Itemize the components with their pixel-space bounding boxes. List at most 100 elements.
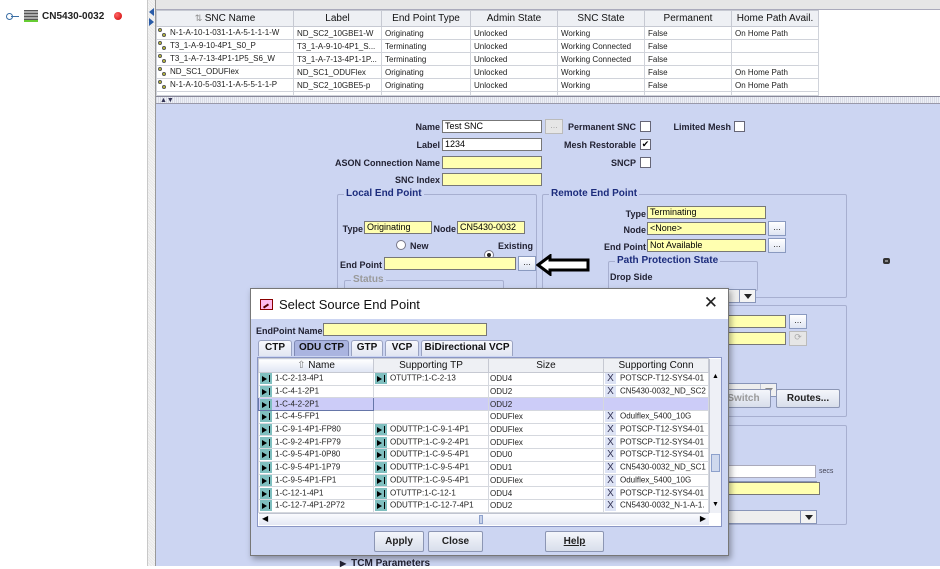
new-radio[interactable] bbox=[396, 240, 406, 250]
network-tree-panel: CN5430-0032 bbox=[0, 0, 148, 566]
cell-text: 1-C-9-5-4P1-0P80 bbox=[275, 450, 341, 460]
tab-vcp[interactable]: VCP bbox=[385, 340, 419, 356]
endpoint-table-row[interactable]: 1-C-4-5-FP1 ODUFlex X Odulflex_5400_10G bbox=[258, 410, 709, 424]
scroll-down-icon[interactable]: ▼ bbox=[712, 501, 719, 508]
path-protection-title: Path Protection State bbox=[615, 255, 721, 266]
snc-column-header[interactable]: ⇅ SNC Name bbox=[156, 10, 294, 27]
snc-table-row[interactable]: T3_1-A-7-13-4P1-1P5_S6_W T3_1-A-7-13-4P1-… bbox=[156, 52, 819, 66]
horizontal-scroll-thumb[interactable] bbox=[479, 515, 483, 524]
endpoint-column-header[interactable]: Supporting Conn bbox=[603, 358, 709, 373]
vertical-scrollbar[interactable]: ▲ ▼ bbox=[709, 359, 721, 513]
reversion-dropdown[interactable]: ed bbox=[716, 510, 817, 524]
snc-column-header[interactable]: Permanent bbox=[644, 10, 732, 27]
horizontal-scrollbar[interactable]: ◀ ▶ bbox=[259, 513, 709, 525]
endpoint-column-header[interactable]: Size bbox=[488, 358, 604, 373]
snc-column-header[interactable]: End Point Type bbox=[381, 10, 471, 27]
apply-button[interactable]: Apply bbox=[374, 531, 424, 552]
snc-cell: T3_1-A-9-10-4P1_S... bbox=[293, 39, 382, 53]
cell-text: ND_SC1_ODUFlex bbox=[297, 67, 366, 77]
column-label: SNC State bbox=[577, 13, 625, 24]
snc-cell: Working bbox=[557, 65, 645, 79]
endpoint-cell: ODU2 bbox=[488, 498, 604, 513]
permanent-snc-checkbox[interactable] bbox=[640, 121, 651, 132]
snc-column-header[interactable]: Home Path Avail. bbox=[731, 10, 819, 27]
tab-ctp[interactable]: CTP bbox=[258, 340, 292, 356]
endpoint-table: ⇧ Name Supporting TP Size Supporting Conn 1… bbox=[257, 357, 722, 527]
routes-button[interactable]: Routes... bbox=[776, 389, 840, 408]
tab-gtp[interactable]: GTP bbox=[351, 340, 383, 356]
snc-index-input[interactable] bbox=[442, 173, 542, 186]
column-label: SNC Name bbox=[204, 13, 256, 24]
endpoint-table-row[interactable]: 1-C-12-1-4P1 OTUTTP:1-C-12-1 ODU4 X POTSCP-T… bbox=[258, 486, 709, 500]
routing-browse-button[interactable]: ... bbox=[789, 314, 807, 329]
tcm-parameters-expander[interactable]: ▶ TCM Parameters bbox=[340, 558, 430, 569]
collapse-left-arrow-icon[interactable] bbox=[149, 8, 154, 16]
table-resize-handle[interactable]: ▲▼ bbox=[156, 97, 940, 104]
snc-table-row[interactable]: T3_1-A-9-10-4P1_S0_P T3_1-A-9-10-4P1_S...… bbox=[156, 39, 819, 53]
panel-splitter[interactable] bbox=[148, 0, 156, 566]
snc-connection-icon bbox=[158, 41, 167, 51]
expand-key-icon[interactable] bbox=[6, 13, 20, 20]
ason-connection-name-input[interactable] bbox=[442, 156, 542, 169]
tab-odu-ctp[interactable]: ODU CTP bbox=[294, 340, 349, 356]
mesh-restorable-checkbox[interactable]: ✔ bbox=[640, 139, 651, 150]
snc-column-header[interactable]: Admin State bbox=[470, 10, 558, 27]
routing-refresh-button[interactable]: ⟳ bbox=[789, 331, 807, 346]
cell-text: ODU2 bbox=[490, 387, 513, 397]
local-end-point-browse-button[interactable]: ... bbox=[518, 256, 536, 271]
endpoint-table-row[interactable]: 1-C-9-5-4P1-FP1 ODUTTP:1-C-9-5-4P1 ODUFlex… bbox=[258, 473, 709, 488]
cell-text: 1-C-12-7-4P1-2P72 bbox=[275, 500, 345, 510]
cell-text: Terminating bbox=[385, 54, 427, 64]
remote-end-point-browse-button[interactable]: ... bbox=[768, 238, 786, 253]
sncp-checkbox[interactable] bbox=[640, 157, 651, 168]
scroll-left-icon[interactable]: ◀ bbox=[262, 514, 268, 523]
label-input[interactable]: 1234 bbox=[442, 138, 542, 151]
sort-arrows-icon[interactable]: ▲▼ bbox=[160, 97, 174, 104]
snc-table-row[interactable]: ND_SC1_ODUFlex ND_SC1_ODUFlex Originating U… bbox=[156, 65, 819, 79]
vertical-scroll-thumb[interactable] bbox=[711, 454, 720, 472]
endpoint-table-row[interactable]: 1-C-9-2-4P1-FP79 ODUTTP:1-C-9-2-4P1 ODUFle… bbox=[258, 435, 709, 450]
snc-column-header[interactable]: Label bbox=[293, 10, 382, 27]
scroll-up-icon[interactable]: ▲ bbox=[712, 373, 719, 380]
endpoint-cell: X POTSCP-T12-SYS4-01 bbox=[603, 422, 709, 437]
endpoint-name-input[interactable] bbox=[323, 323, 487, 336]
endpoint-cell: ODUTTP:1-C-9-5-4P1 bbox=[373, 460, 489, 475]
termination-point-icon bbox=[260, 386, 272, 397]
endpoint-column-header[interactable]: ⇧ Name bbox=[258, 358, 374, 373]
scroll-right-icon[interactable]: ▶ bbox=[700, 514, 706, 523]
close-icon[interactable]: ✕ bbox=[704, 294, 718, 312]
snc-column-header[interactable]: SNC State bbox=[557, 10, 645, 27]
expand-right-arrow-icon[interactable] bbox=[149, 18, 154, 26]
remote-node-label: Node bbox=[623, 225, 647, 235]
snc-cell bbox=[731, 39, 819, 53]
endpoint-table-row[interactable]: 1-C-9-5-4P1-1P79 ODUTTP:1-C-9-5-4P1 ODU1 X C… bbox=[258, 460, 709, 475]
snc-cell: Originating bbox=[381, 78, 471, 92]
snc-table-row[interactable]: N-1-A-10-1-031-1-A-5-1-1-1-W ND_SC2_10GBE… bbox=[156, 26, 819, 40]
wait-time-input[interactable] bbox=[716, 465, 816, 478]
endpoint-table-row[interactable]: 1-C-4-2-2P1 ODU2 bbox=[258, 397, 709, 412]
cell-text: Working bbox=[561, 28, 591, 38]
cell-text: POTSCP-T12-SYS4-01 bbox=[620, 424, 705, 434]
name-input[interactable]: Test SNC bbox=[442, 120, 542, 133]
limited-mesh-checkbox[interactable] bbox=[734, 121, 745, 132]
tree-node-cn5430[interactable]: CN5430-0032 bbox=[6, 8, 123, 24]
endpoint-table-row[interactable]: 1-C-4-1-2P1 ODU2 X CN5430-0032_ND_SC2 bbox=[258, 384, 709, 399]
help-button[interactable]: Help bbox=[545, 531, 604, 552]
cell-text: 1-C-2-13-4P1 bbox=[275, 373, 324, 383]
cell-text: ODUTTP:1-C-9-1-4P1 bbox=[390, 424, 470, 434]
close-button[interactable]: Close bbox=[428, 531, 483, 552]
endpoint-table-row[interactable]: 1-C-2-13-4P1 OTUTTP:1-C-2-13 ODU4 X POTSCP-T… bbox=[258, 372, 709, 386]
snc-cell: ND_SC1_ODUFlex bbox=[156, 65, 294, 79]
endpoint-table-row[interactable]: 1-C-9-5-4P1-0P80 ODUTTP:1-C-9-5-4P1 ODU0 X P… bbox=[258, 448, 709, 462]
endpoint-table-row[interactable]: 1-C-12-7-4P1-2P72 ODUTTP:1-C-12-7-4P1 ODU2… bbox=[258, 498, 709, 513]
dialog-title-bar[interactable]: Select Source End Point ✕ bbox=[251, 289, 728, 319]
snc-table-row[interactable]: N-1-A-10-5-031-1-A-5-5-1-1-P ND_SC2_10GBE… bbox=[156, 78, 819, 92]
new-radio-label: New bbox=[410, 241, 429, 251]
endpoint-column-header[interactable]: Supporting TP bbox=[373, 358, 489, 373]
tab-bidirectional-vcp[interactable]: BiDirectional VCP bbox=[421, 340, 513, 356]
endpoint-table-row[interactable]: 1-C-9-1-4P1-FP80 ODUTTP:1-C-9-1-4P1 ODUFle… bbox=[258, 422, 709, 437]
remote-node-browse-button[interactable]: ... bbox=[768, 221, 786, 236]
endpoint-cell: ODUTTP:1-C-12-7-4P1 bbox=[373, 498, 489, 513]
snc-table: ⇅ SNC Name Label End Point Type Admin State… bbox=[156, 10, 940, 97]
local-end-point-field[interactable] bbox=[384, 257, 516, 270]
